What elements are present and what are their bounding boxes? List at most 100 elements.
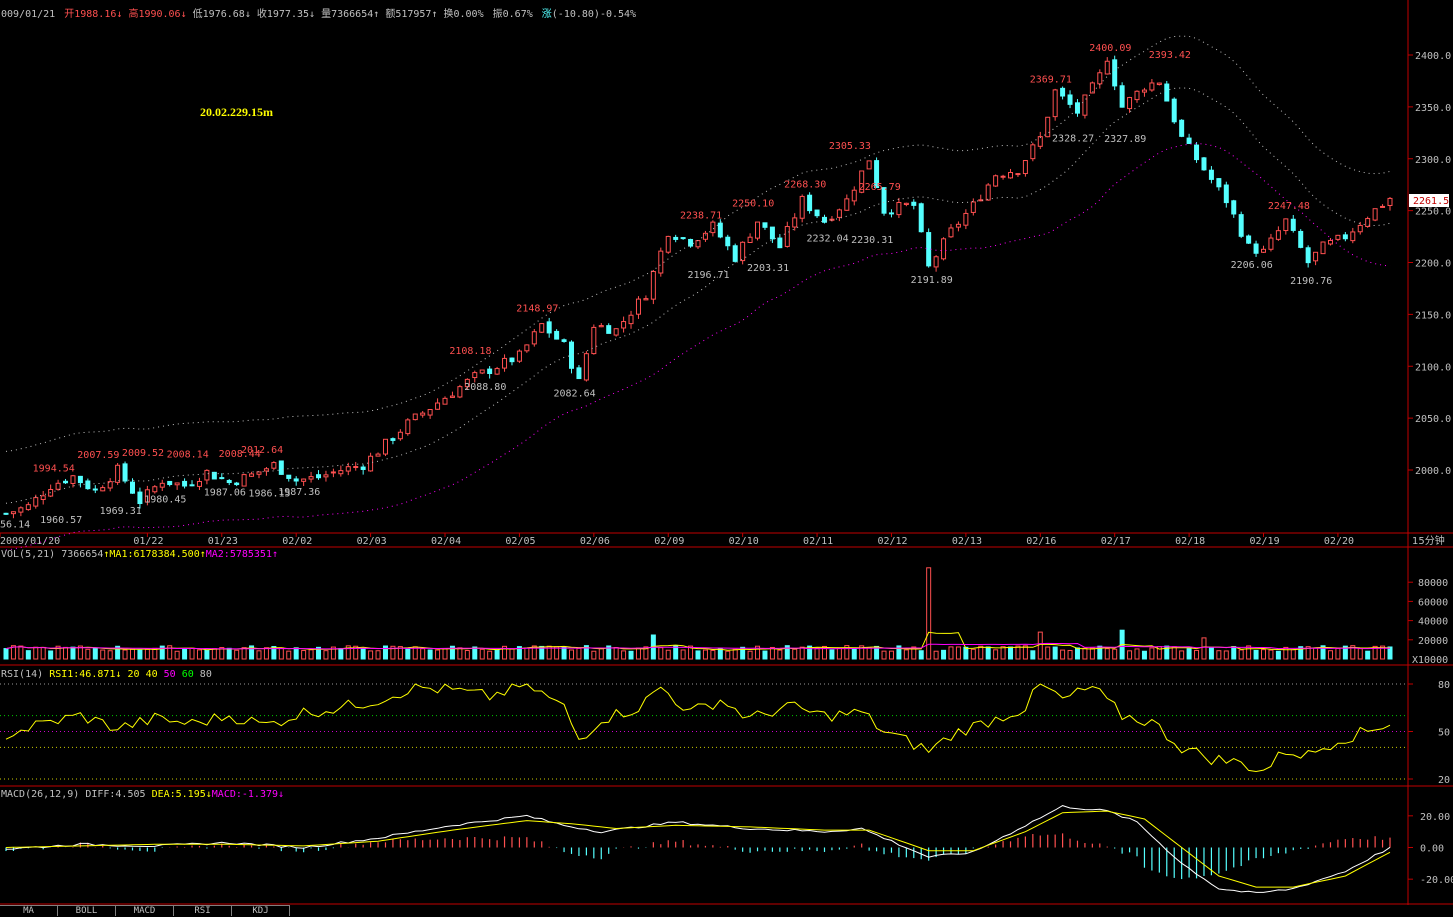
candle	[621, 316, 627, 333]
candle	[1060, 86, 1066, 100]
price-extreme-label: 2203.31	[747, 263, 789, 274]
price-extreme-label: 2190.76	[1290, 276, 1332, 287]
price-extreme-label: 2265.79	[859, 182, 901, 193]
candle	[211, 471, 217, 480]
candle	[576, 365, 582, 380]
rsi-y-tick-label: 20	[1438, 775, 1450, 786]
candle	[226, 479, 232, 486]
candle	[77, 475, 83, 488]
candle	[866, 160, 872, 170]
volume-bar	[1335, 648, 1341, 660]
macd-dea-line	[5, 810, 1391, 888]
macd-chart[interactable]: 20.00 0.00 -20.00	[5, 805, 1453, 893]
volume-bar	[665, 649, 671, 660]
candle	[1268, 233, 1274, 252]
candle	[836, 208, 842, 222]
volume-bar	[1313, 647, 1319, 660]
candle	[1208, 166, 1214, 184]
volume-bar	[941, 649, 947, 660]
rsi-y-tick-label: 50	[1438, 728, 1450, 739]
volume-bar	[1290, 649, 1296, 660]
header-bar: 009/01/21 开1988.16↓ 高1990.06↓ 低1976.68↓ …	[1, 7, 636, 20]
x-tick-label: 02/20	[1324, 536, 1354, 547]
candle	[182, 478, 188, 489]
volume-bar	[472, 646, 478, 660]
candle	[613, 328, 619, 337]
candle	[941, 237, 947, 261]
y-tick-label: 2200.0	[1415, 259, 1451, 270]
price-extreme-label: 1987.06	[204, 487, 246, 498]
candle	[204, 469, 210, 485]
volume-bar	[576, 647, 582, 660]
vol-unit-label: X10000	[1412, 655, 1448, 666]
macd-y-tick-label: 20.00	[1420, 812, 1450, 823]
candle	[25, 502, 31, 511]
volume-bar	[1387, 646, 1393, 660]
volume-bar	[1015, 645, 1021, 660]
x-tick-label: 02/05	[505, 536, 535, 547]
candle	[40, 490, 46, 505]
volume-bar	[1171, 646, 1177, 660]
header-date: 009/01/21	[1, 9, 55, 20]
tab-ma[interactable]: MA	[0, 905, 58, 916]
candle	[316, 470, 322, 480]
header-open: 1988.16	[74, 9, 116, 20]
volume-bar	[1268, 649, 1274, 660]
volume-bar	[1074, 647, 1080, 660]
candle	[1074, 99, 1080, 117]
candle	[115, 463, 121, 485]
volume-bar	[464, 650, 470, 660]
volume-bar	[598, 648, 604, 660]
candle	[442, 396, 448, 405]
candle	[353, 461, 359, 471]
tab-boll[interactable]: BOLL	[58, 905, 116, 916]
volume-bar	[658, 647, 664, 660]
candle	[702, 230, 708, 242]
macd-y-tick-label: -20.00	[1420, 875, 1453, 886]
price-extreme-label: 2268.30	[784, 180, 826, 191]
x-tick-label: 02/16	[1026, 536, 1056, 547]
volume-bar	[621, 650, 627, 660]
y-tick-label: 2300.0	[1415, 155, 1451, 166]
volume-bar	[1000, 646, 1006, 660]
price-extreme-label: 2206.06	[1231, 260, 1273, 271]
candle	[18, 506, 24, 517]
volume-bar	[933, 650, 939, 660]
volume-bar	[85, 648, 91, 660]
volume-bar	[435, 649, 441, 660]
candle	[189, 480, 195, 487]
candle	[903, 202, 909, 207]
volume-bar	[851, 648, 857, 660]
candle	[256, 471, 262, 479]
candle	[1000, 174, 1006, 180]
stock-chart-canvas[interactable]: 009/01/21 开1988.16↓ 高1990.06↓ 低1976.68↓ …	[0, 0, 1453, 916]
candle	[1283, 218, 1289, 235]
price-extreme-label: 1980.45	[144, 494, 186, 505]
candle	[554, 329, 560, 340]
candle	[472, 370, 478, 383]
y-tick-label: 2350.0	[1415, 103, 1451, 114]
candle	[1201, 156, 1207, 171]
candle	[375, 452, 381, 457]
price-extreme-label: 2305.33	[829, 141, 871, 152]
period-label[interactable]: 15分钟	[1412, 534, 1445, 547]
x-tick-label: 02/17	[1101, 536, 1131, 547]
candle	[569, 340, 575, 374]
rsi-chart[interactable]: 80 50 20	[0, 680, 1450, 786]
candle	[911, 199, 917, 210]
candle	[249, 471, 255, 477]
header-high: 1990.06	[138, 9, 180, 20]
y-tick-label: 2050.0	[1415, 414, 1451, 425]
volume-bar	[189, 647, 195, 660]
tab-rsi[interactable]: RSI	[174, 905, 232, 916]
volume-bar	[33, 646, 39, 660]
candle	[1186, 133, 1192, 144]
candle	[665, 235, 671, 254]
volume-bar	[1030, 650, 1036, 660]
volume-chart[interactable]: 80000 60000 40000 20000 X10000	[3, 567, 1448, 666]
volume-bar	[792, 648, 798, 660]
candle	[1104, 57, 1110, 75]
tab-kdj[interactable]: KDJ	[232, 905, 290, 916]
tab-macd[interactable]: MACD	[116, 905, 174, 916]
candle	[390, 437, 396, 445]
